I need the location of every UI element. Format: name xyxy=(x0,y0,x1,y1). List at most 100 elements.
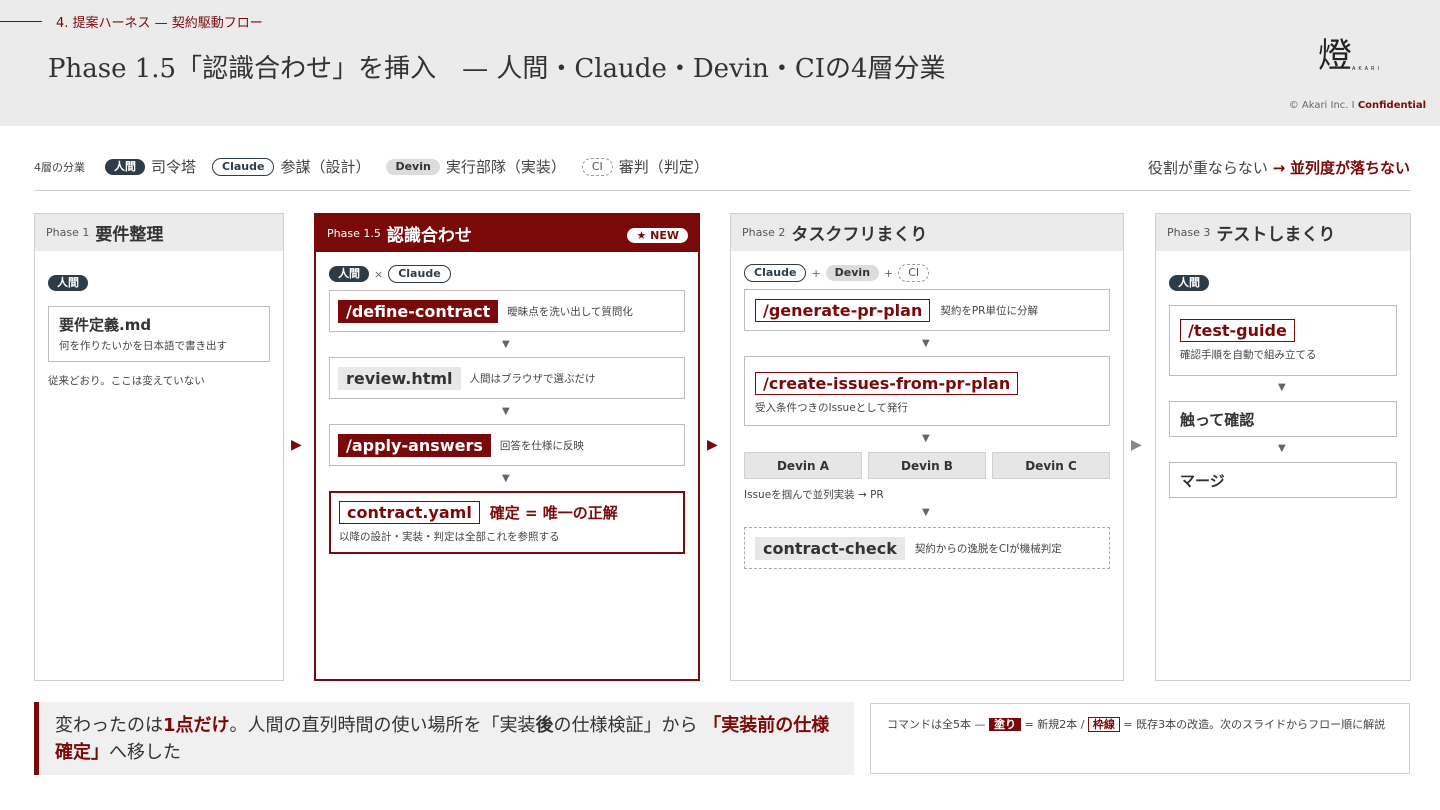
hands-on-check-title: 触って確認 xyxy=(1180,410,1255,429)
section-rule xyxy=(0,21,42,22)
actor-times: × xyxy=(374,267,384,281)
new-badge: ★ NEW xyxy=(627,228,688,243)
define-contract-note: 曖昧点を洗い出して質問化 xyxy=(507,305,633,318)
actor-pill-human: 人間 xyxy=(48,275,88,291)
summary-emphasis-one-point: 1点だけ xyxy=(163,715,230,736)
phase-2-number: Phase 2 xyxy=(742,226,786,239)
phase-2-column: Phase 2 タスクフリまくり Claude + Devin + CI /ge… xyxy=(730,213,1124,681)
apply-answers-card: /apply-answers 回答を仕様に反映 xyxy=(329,424,685,466)
flow-arrow-1: ▶ xyxy=(291,437,302,453)
generate-pr-plan-command: /generate-pr-plan xyxy=(755,298,931,322)
logo-wordmark: AKARI xyxy=(1352,66,1382,72)
test-guide-card: /test-guide 確認手順を自動で組み立てる xyxy=(1169,305,1397,376)
down-arrow: ▼ xyxy=(922,338,930,349)
confidential-label: Confidential xyxy=(1357,100,1426,111)
phase-2-name: タスクフリまくり xyxy=(791,225,928,245)
contract-yaml-title: 確定 = 唯一の正解 xyxy=(489,504,618,522)
phase-1-5-name: 認識合わせ xyxy=(386,226,472,246)
actor-pill-claude: Claude xyxy=(744,264,807,282)
tagline-prefix: 役割が重ならない xyxy=(1147,159,1268,177)
requirements-note: 何を作りたいかを日本語で書き出す xyxy=(59,340,227,352)
define-contract-command: /define-contract xyxy=(338,299,499,323)
review-html-card: review.html 人間はブラウザで選ぶだけ xyxy=(329,357,685,399)
phase-1-number: Phase 1 xyxy=(46,226,90,239)
legend-pill-ci: CI xyxy=(581,157,613,176)
legend-divider xyxy=(34,190,1411,191)
actor-plus: + xyxy=(811,266,821,280)
requirements-card: 要件定義.md 何を作りたいかを日本語で書き出す xyxy=(48,306,270,362)
review-html-note: 人間はブラウザで選ぶだけ xyxy=(469,372,596,385)
phase-2-header: Phase 2 タスクフリまくり xyxy=(731,214,1123,251)
devin-a-box: Devin A xyxy=(744,452,862,479)
flow-arrow-3: ▶ xyxy=(1131,437,1142,453)
command-legend-note: コマンドは全5本 — 塗り = 新規2本 / 枠線 = 既存3本の改造。次のスラ… xyxy=(870,703,1410,774)
summary-text-2: 。人間の直列時間の使い場所を「実装 xyxy=(229,715,536,736)
note-text-1: コマンドは全5本 — xyxy=(887,718,986,731)
actor-pill-human: 人間 xyxy=(329,266,369,282)
actor-pill-ci: CI xyxy=(898,264,930,282)
create-issues-command: /create-issues-from-pr-plan xyxy=(755,372,1019,395)
phase-1-note: 従来どおり。ここは変えていない xyxy=(48,375,205,387)
devin-b-box: Devin B xyxy=(868,452,986,479)
phase-1-actors: 人間 xyxy=(48,275,88,291)
down-arrow: ▼ xyxy=(502,406,510,417)
phase-3-column: Phase 3 テストしまくり 人間 /test-guide 確認手順を自動で組… xyxy=(1155,213,1411,681)
summary-emphasis-after: 後 xyxy=(535,715,554,736)
hands-on-check-card: 触って確認 xyxy=(1169,401,1397,437)
phase-3-actors: 人間 xyxy=(1169,275,1209,291)
summary-text-3: の仕様検証」から xyxy=(553,715,704,736)
slide-title: Phase 1.5「認識合わせ」を挿入 — 人間・Claude・Devin・CI… xyxy=(48,54,946,84)
down-arrow: ▼ xyxy=(1278,443,1286,454)
layer-legend: 4層の分業 人間 司令塔 Claude 参謀（設計） Devin 実行部隊（実装… xyxy=(34,156,725,177)
legend-pill-devin: Devin xyxy=(386,158,440,175)
logo-glyph: 燈 xyxy=(1318,36,1352,76)
legend-desc-ci: 審判（判定） xyxy=(618,158,709,176)
actor-pill-human: 人間 xyxy=(1169,275,1209,291)
phase-1-5-number: Phase 1.5 xyxy=(327,227,381,240)
actor-plus: + xyxy=(884,266,894,280)
requirements-title: 要件定義.md xyxy=(59,316,152,334)
down-arrow: ▼ xyxy=(502,473,510,484)
merge-card: マージ xyxy=(1169,462,1397,498)
contract-check-card: contract-check 契約からの逸脱をCIが機械判定 xyxy=(744,527,1110,569)
section-text: 4. 提案ハーネス — 契約駆動フロー xyxy=(56,16,263,31)
akari-logo: 燈 AKARI xyxy=(1318,36,1398,86)
phase-1-header: Phase 1 要件整理 xyxy=(35,214,283,251)
note-text-3: = 既存3本の改造。次のスライドからフロー順に解説 xyxy=(1123,718,1386,731)
legend-label: 4層の分業 xyxy=(34,160,85,174)
slide-header: 4. 提案ハーネス — 契約駆動フロー Phase 1.5「認識合わせ」を挿入 … xyxy=(0,0,1440,126)
phase-3-name: テストしまくり xyxy=(1216,225,1336,245)
flow-arrow-2: ▶ xyxy=(707,437,718,453)
phase-2-actors: Claude + Devin + CI xyxy=(744,264,930,282)
apply-answers-command: /apply-answers xyxy=(338,433,491,457)
define-contract-card: /define-contract 曖昧点を洗い出して質問化 xyxy=(329,290,685,332)
legend-pill-claude: Claude xyxy=(212,157,275,176)
contract-yaml-note: 以降の設計・実装・判定は全部これを参照する xyxy=(339,531,560,543)
note-text-2: = 新規2本 / xyxy=(1024,718,1085,731)
section-label: 4. 提案ハーネス — 契約駆動フロー xyxy=(0,12,263,31)
devin-c-box: Devin C xyxy=(992,452,1110,479)
devin-note: Issueを掴んで並列実装 → PR xyxy=(744,489,884,501)
note-outline-sample: 枠線 xyxy=(1087,717,1120,732)
phase-3-number: Phase 3 xyxy=(1167,226,1211,239)
copyright-text: © Akari Inc. I xyxy=(1288,100,1355,111)
phase-3-header: Phase 3 テストしまくり xyxy=(1156,214,1410,251)
merge-title: マージ xyxy=(1180,471,1225,490)
phase-1-5-column: Phase 1.5 認識合わせ ★ NEW 人間 × Claude /defin… xyxy=(314,213,700,681)
review-html-label: review.html xyxy=(338,366,461,390)
tagline: 役割が重ならない → 並列度が落ちない xyxy=(1148,157,1410,178)
actor-pill-devin: Devin xyxy=(825,265,880,281)
actor-pill-claude: Claude xyxy=(388,265,451,283)
create-issues-card: /create-issues-from-pr-plan 受入条件つきのIssue… xyxy=(744,356,1110,426)
note-fill-sample: 塗り xyxy=(989,718,1021,731)
test-guide-note: 確認手順を自動で組み立てる xyxy=(1180,349,1317,361)
copyright: © Akari Inc. I Confidential xyxy=(1289,100,1426,111)
legend-desc-human: 司令塔 xyxy=(151,158,197,176)
apply-answers-note: 回答を仕様に反映 xyxy=(499,439,584,452)
contract-check-note: 契約からの逸脱をCIが機械判定 xyxy=(914,542,1062,555)
contract-yaml-card: contract.yaml 確定 = 唯一の正解 以降の設計・実装・判定は全部こ… xyxy=(329,491,685,554)
contract-yaml-label: contract.yaml xyxy=(339,501,480,524)
legend-desc-claude: 参謀（設計） xyxy=(280,158,371,176)
test-guide-command: /test-guide xyxy=(1180,319,1295,342)
phase-1-name: 要件整理 xyxy=(95,225,164,245)
